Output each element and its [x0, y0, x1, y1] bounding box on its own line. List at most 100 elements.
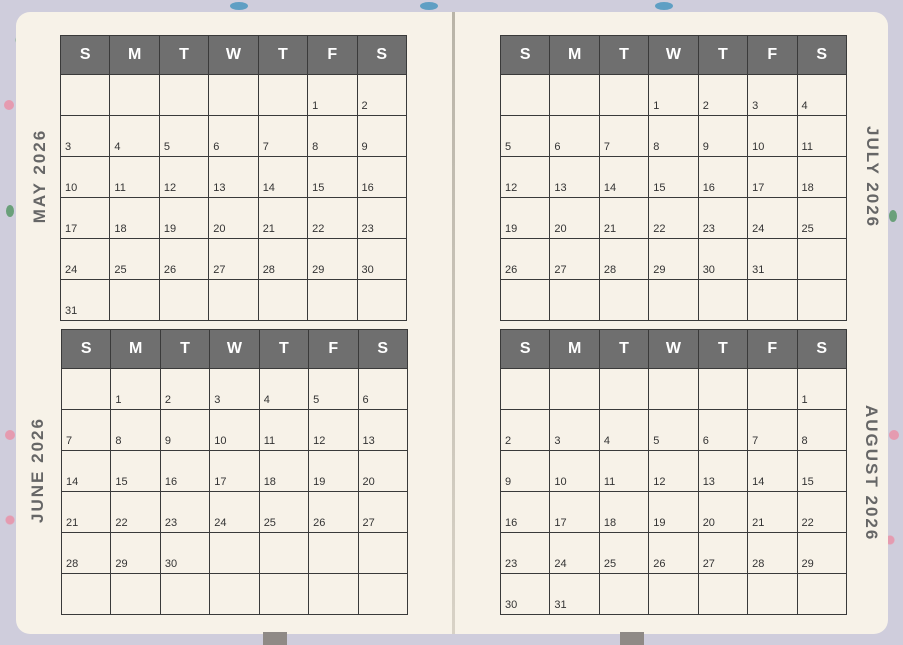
- day-cell: 15: [307, 156, 358, 198]
- day-number: 1: [801, 394, 808, 406]
- day-number: [649, 317, 697, 320]
- day-number: [110, 317, 158, 320]
- day-number: [111, 611, 159, 614]
- week-row: 31: [59, 279, 408, 321]
- day-number: 20: [554, 223, 567, 235]
- day-cell: [549, 279, 600, 321]
- day-cell: 13: [208, 156, 259, 198]
- day-cell: [60, 368, 112, 410]
- day-cell: 9: [159, 409, 211, 451]
- day-number: [748, 611, 796, 614]
- day-cell: [308, 532, 359, 574]
- day-number: 9: [164, 435, 171, 447]
- day-cell: 22: [796, 491, 848, 533]
- week-row: 17 18 19 20 21 22 23: [59, 197, 408, 239]
- day-cell: 8: [110, 409, 161, 451]
- day-cell: 18: [109, 197, 160, 239]
- weekday-header: M: [109, 35, 160, 75]
- weekday-header: T: [598, 329, 650, 369]
- day-cell: [549, 368, 600, 410]
- day-cell: [549, 74, 600, 116]
- week-row: [60, 573, 409, 615]
- day-cell: [356, 279, 408, 321]
- day-number: 15: [653, 182, 666, 194]
- week-row: 2 3 4 5 6 7 8: [499, 409, 848, 451]
- weekday-header: S: [60, 329, 112, 369]
- day-cell: 20: [697, 491, 749, 533]
- week-row: 19 20 21 22 23 24 25: [499, 197, 848, 239]
- day-cell: [109, 279, 160, 321]
- day-cell: 10: [747, 115, 798, 157]
- day-number: [358, 317, 406, 320]
- day-number: 6: [213, 141, 220, 153]
- day-number: 2: [164, 394, 171, 406]
- bird-decoration: [230, 2, 248, 10]
- day-number: 12: [163, 182, 177, 194]
- day-number: 2: [505, 435, 512, 447]
- weekday-header: S: [796, 329, 848, 369]
- day-cell: [257, 279, 309, 321]
- day-number: 11: [114, 182, 126, 194]
- day-cell: 3: [59, 115, 111, 157]
- day-cell: 4: [598, 409, 650, 451]
- day-number: 10: [65, 182, 78, 194]
- day-number: 19: [653, 517, 666, 529]
- day-cell: 7: [257, 115, 309, 157]
- day-number: 3: [752, 100, 759, 112]
- day-cell: 16: [697, 156, 749, 198]
- day-number: 30: [164, 558, 178, 570]
- day-number: 11: [263, 435, 276, 447]
- day-number: 31: [554, 599, 567, 611]
- weekday-header: T: [158, 35, 210, 75]
- day-cell: [499, 74, 551, 116]
- day-cell: [598, 573, 650, 615]
- day-number: [798, 611, 846, 614]
- day-cell: 31: [747, 238, 798, 280]
- day-cell: 1: [110, 368, 161, 410]
- weekday-header: S: [357, 329, 409, 369]
- day-number: 8: [312, 141, 319, 153]
- day-number: 29: [115, 558, 128, 570]
- weekday-header: M: [549, 329, 600, 369]
- weekday-header: T: [598, 35, 650, 75]
- day-number: 15: [312, 182, 325, 194]
- day-number: 5: [163, 141, 170, 153]
- day-cell: [208, 279, 259, 321]
- day-cell: 8: [648, 115, 699, 157]
- day-number: 30: [361, 264, 374, 276]
- day-cell: 8: [307, 115, 358, 157]
- day-cell: [747, 279, 798, 321]
- day-number: [209, 317, 257, 320]
- day-number: 29: [653, 264, 666, 276]
- day-cell: [648, 368, 699, 410]
- weekday-header: S: [499, 329, 551, 369]
- day-number: 24: [65, 264, 78, 276]
- day-number: [308, 317, 356, 320]
- day-cell: [60, 573, 112, 615]
- day-cell: [598, 368, 650, 410]
- flower-decoration: [889, 430, 899, 440]
- day-cell: 8: [796, 409, 848, 451]
- day-number: [62, 611, 110, 614]
- day-number: 26: [505, 264, 518, 276]
- day-cell: [499, 279, 551, 321]
- day-number: [210, 611, 258, 614]
- day-number: 4: [263, 394, 270, 406]
- day-cell: 16: [159, 450, 211, 492]
- day-cell: 21: [60, 491, 112, 533]
- flower-decoration: [5, 430, 15, 440]
- day-number: 17: [554, 517, 567, 529]
- week-row: 10 11 12 13 14 15 16: [59, 156, 408, 198]
- day-number: 5: [313, 394, 320, 406]
- day-number: [600, 611, 648, 614]
- day-cell: 30: [356, 238, 408, 280]
- day-cell: 4: [796, 74, 848, 116]
- bird-decoration: [655, 2, 673, 10]
- weekday-header: M: [110, 329, 161, 369]
- weekday-header: W: [648, 35, 699, 75]
- day-number: 24: [214, 517, 227, 529]
- day-cell: [796, 573, 848, 615]
- week-row: 1 2 3 4: [499, 74, 848, 116]
- day-number: 15: [801, 476, 814, 488]
- day-cell: 25: [598, 532, 650, 574]
